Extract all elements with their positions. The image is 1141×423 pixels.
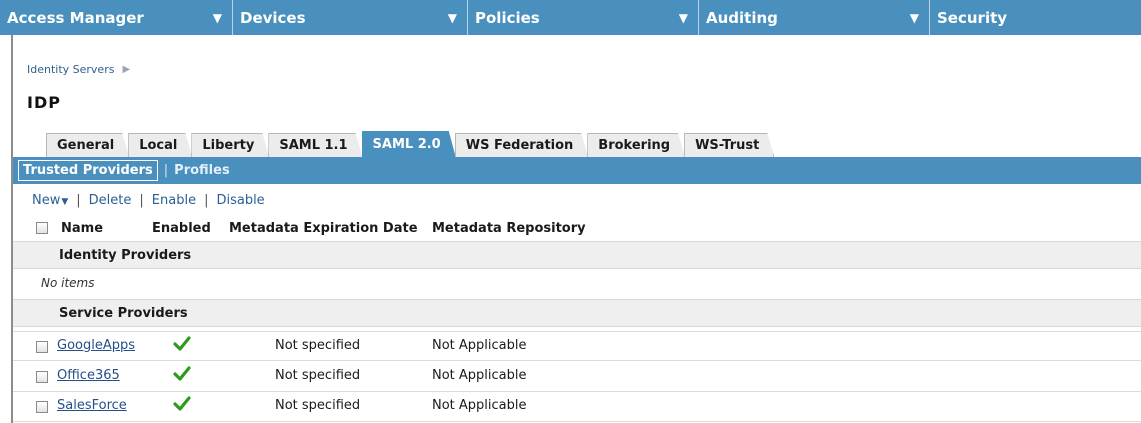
nav-label: Devices xyxy=(240,8,306,27)
subtab-bar: Trusted Providers | Profiles xyxy=(13,157,1141,184)
row-checkbox[interactable] xyxy=(36,401,48,413)
subtab-separator: | xyxy=(163,163,169,178)
section-service-providers: Service Providers xyxy=(13,299,1141,327)
nav-label: Auditing xyxy=(706,8,778,27)
dropdown-arrow-icon[interactable]: ▼ xyxy=(910,11,919,25)
table-row: GoogleApps Not specified Not Applicable xyxy=(13,331,1141,361)
tab-saml-1-1[interactable]: SAML 1.1 xyxy=(268,133,362,157)
action-bar: New▼ | Delete | Enable | Disable xyxy=(32,193,265,208)
action-separator: | xyxy=(204,193,209,208)
checkmark-icon xyxy=(173,336,191,351)
expiration-value: Not specified xyxy=(275,398,361,413)
new-button-label: New xyxy=(32,193,61,208)
row-checkbox[interactable] xyxy=(36,371,48,383)
column-header-expiration[interactable]: Metadata Expiration Date xyxy=(229,221,418,236)
subtab-profiles[interactable]: Profiles xyxy=(174,163,230,178)
column-header-enabled[interactable]: Enabled xyxy=(152,221,211,236)
expiration-value: Not specified xyxy=(275,338,361,353)
nav-policies[interactable]: Policies ▼ xyxy=(468,0,699,35)
enable-button[interactable]: Enable xyxy=(152,193,196,208)
column-header-repository[interactable]: Metadata Repository xyxy=(432,221,586,236)
subtab-trusted-providers[interactable]: Trusted Providers xyxy=(18,160,158,181)
page-title: IDP xyxy=(27,93,61,112)
caret-down-icon: ▼ xyxy=(61,197,69,207)
tab-brokering[interactable]: Brokering xyxy=(587,133,685,157)
repository-value: Not Applicable xyxy=(432,368,527,383)
table-row: SalesForce Not specified Not Applicable xyxy=(13,392,1141,422)
nav-security[interactable]: Security xyxy=(930,0,1141,35)
dropdown-arrow-icon[interactable]: ▼ xyxy=(213,11,222,25)
tab-saml-2-0[interactable]: SAML 2.0 xyxy=(362,131,456,157)
nav-access-manager[interactable]: Access Manager ▼ xyxy=(0,0,233,35)
repository-value: Not Applicable xyxy=(432,398,527,413)
tab-local[interactable]: Local xyxy=(128,133,192,157)
row-checkbox[interactable] xyxy=(36,341,48,353)
nav-label: Access Manager xyxy=(7,8,144,27)
dropdown-arrow-icon[interactable]: ▼ xyxy=(679,11,688,25)
new-button[interactable]: New▼ xyxy=(32,193,68,208)
breadcrumb: Identity Servers ▶ xyxy=(27,63,130,76)
tab-general[interactable]: General xyxy=(46,133,129,157)
action-separator: | xyxy=(139,193,144,208)
column-header-name[interactable]: Name xyxy=(61,221,103,236)
action-separator: | xyxy=(76,193,81,208)
tab-liberty[interactable]: Liberty xyxy=(191,133,269,157)
checkmark-icon xyxy=(173,396,191,411)
top-navigation: Access Manager ▼ Devices ▼ Policies ▼ Au… xyxy=(0,0,1141,35)
table-header: Name Enabled Metadata Expiration Date Me… xyxy=(13,215,1141,241)
empty-message: No items xyxy=(41,275,95,290)
expiration-value: Not specified xyxy=(275,368,361,383)
section-identity-providers: Identity Providers xyxy=(13,241,1141,269)
repository-value: Not Applicable xyxy=(432,338,527,353)
nav-label: Policies xyxy=(475,8,540,27)
table-row: Office365 Not specified Not Applicable xyxy=(13,362,1141,392)
select-all-checkbox[interactable] xyxy=(36,222,48,234)
dropdown-arrow-icon[interactable]: ▼ xyxy=(448,11,457,25)
nav-devices[interactable]: Devices ▼ xyxy=(233,0,468,35)
breadcrumb-identity-servers[interactable]: Identity Servers xyxy=(27,63,114,76)
delete-button[interactable]: Delete xyxy=(89,193,132,208)
tab-ws-trust[interactable]: WS-Trust xyxy=(684,133,774,157)
nav-auditing[interactable]: Auditing ▼ xyxy=(699,0,930,35)
nav-label: Security xyxy=(937,8,1008,27)
tab-ws-federation[interactable]: WS Federation xyxy=(455,133,589,157)
provider-link-salesforce[interactable]: SalesForce xyxy=(57,398,127,413)
provider-link-office365[interactable]: Office365 xyxy=(57,368,120,383)
tab-strip: General Local Liberty SAML 1.1 SAML 2.0 … xyxy=(46,131,773,157)
provider-link-googleapps[interactable]: GoogleApps xyxy=(57,338,135,353)
breadcrumb-arrow-icon: ▶ xyxy=(122,64,131,75)
checkmark-icon xyxy=(173,366,191,381)
disable-button[interactable]: Disable xyxy=(216,193,264,208)
